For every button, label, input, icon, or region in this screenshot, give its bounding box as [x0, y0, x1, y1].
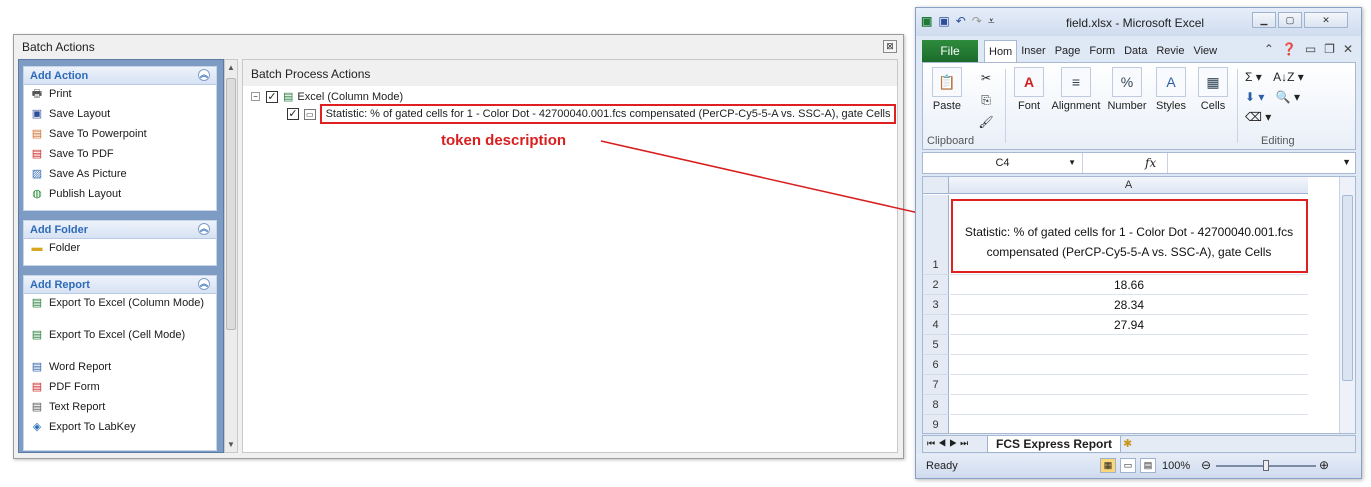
tab-view[interactable]: View [1189, 40, 1222, 62]
row-header[interactable]: 5 [923, 335, 949, 355]
name-box[interactable]: C4 ▼ [923, 153, 1083, 173]
expand-icon[interactable]: ▼ [1342, 157, 1351, 167]
excel-title: field.xlsx - Microsoft Excel [1066, 16, 1205, 30]
clear-icon[interactable]: ⌫ ▾ [1245, 110, 1271, 124]
zoom-thumb[interactable] [1263, 460, 1269, 471]
alignment-icon: ≡ [1061, 67, 1091, 97]
select-all[interactable] [923, 177, 949, 194]
redo-icon[interactable]: ↷ [972, 14, 982, 29]
maximize-button[interactable]: ▢ [1278, 12, 1302, 28]
cell-a4[interactable]: 27.94 [950, 315, 1308, 335]
cell-a5[interactable] [950, 335, 1308, 355]
save-icon[interactable]: ▣ [938, 14, 949, 29]
font-color-icon: A [1014, 67, 1044, 97]
vertical-scrollbar[interactable] [1339, 177, 1355, 433]
styles-icon: A [1156, 67, 1186, 97]
page-layout-icon[interactable]: ▭ [1120, 458, 1136, 473]
editing-tools: Σ ▾ A↓Z ▾ ⬇ ▾ 🔍 ▾ ⌫ ▾ [1245, 67, 1315, 127]
group-label: Editing [1261, 135, 1295, 147]
row-header[interactable]: 6 [923, 355, 949, 375]
tab-data[interactable]: Data [1120, 40, 1152, 62]
customize-icon[interactable]: ⩡ [988, 14, 995, 29]
zoom-in-icon[interactable]: ⊕ [1319, 458, 1329, 472]
find-icon[interactable]: 🔍 ▾ [1276, 90, 1300, 104]
clipboard-icon: 📋 [932, 67, 962, 97]
cell-a3[interactable]: 28.34 [950, 295, 1308, 315]
highlight-box [951, 199, 1308, 273]
paste-button[interactable]: 📋 Paste [927, 67, 967, 112]
close-button[interactable]: ✕ [1304, 12, 1348, 28]
row-header[interactable]: 1 [923, 195, 949, 275]
page-break-icon[interactable]: ▤ [1140, 458, 1156, 473]
restore-workbook-icon[interactable]: ❐ [1324, 42, 1335, 56]
tab-page[interactable]: Page [1051, 40, 1086, 62]
undo-icon[interactable]: ↶ [956, 14, 966, 29]
row-header[interactable]: 3 [923, 295, 949, 315]
worksheet-grid[interactable]: A 1 2 3 4 5 6 7 8 9 Statistic: % of gate… [922, 176, 1356, 434]
row-header[interactable]: 9 [923, 415, 949, 433]
tab-home[interactable]: Hom [984, 40, 1018, 62]
ribbon-home: 📋 Paste ✂ ⎘ 🖌 Clipboard A Font ≡ Alignme… [922, 62, 1356, 150]
excel-logo-icon: ▣ [921, 14, 933, 28]
group-label: Clipboard [927, 135, 975, 147]
row-header[interactable]: 2 [923, 275, 949, 295]
font-button[interactable]: A Font [1011, 67, 1047, 112]
zoom-out-icon[interactable]: ⊖ [1201, 458, 1211, 472]
row-header[interactable]: 8 [923, 395, 949, 415]
minimize-workbook-icon[interactable]: ▭ [1305, 42, 1316, 56]
row-header[interactable]: 7 [923, 375, 949, 395]
row-header[interactable]: 4 [923, 315, 949, 335]
alignment-button[interactable]: ≡ Alignment [1049, 67, 1103, 112]
scroll-thumb[interactable] [1342, 195, 1353, 381]
excel-window: ▣ ▣ ↶ ↷ ⩡ field.xlsx - Microsoft Excel ▁… [915, 7, 1362, 479]
fill-icon[interactable]: ⬇ ▾ [1245, 90, 1264, 104]
ribbon-controls: ⌃ ❓ ▭ ❐ ✕ [1264, 42, 1353, 56]
copy-icon[interactable]: ⎘ [971, 89, 1001, 111]
normal-view-icon[interactable]: ▦ [1100, 458, 1116, 473]
status-text: Ready [926, 460, 958, 472]
cell-a9[interactable] [950, 415, 1308, 433]
sheet-tab[interactable]: FCS Express Report [987, 436, 1122, 453]
cut-icon[interactable]: ✂ [971, 67, 1001, 89]
formula-input[interactable] [1167, 153, 1337, 173]
cell-a6[interactable] [950, 355, 1308, 375]
clipboard-tools: ✂ ⎘ 🖌 [971, 67, 1001, 133]
collapse-ribbon-icon[interactable]: ⌃ [1264, 42, 1274, 56]
cell-a7[interactable] [950, 375, 1308, 395]
tab-review[interactable]: Revie [1152, 40, 1189, 62]
quick-access-toolbar: ▣ ▣ ↶ ↷ ⩡ [921, 14, 995, 29]
cells-button[interactable]: ▦ Cells [1193, 67, 1233, 112]
dropdown-icon[interactable]: ▼ [1068, 153, 1076, 173]
styles-button[interactable]: A Styles [1151, 67, 1191, 112]
number-button[interactable]: % Number [1105, 67, 1149, 112]
zoom-level[interactable]: 100% [1162, 460, 1190, 472]
format-painter-icon[interactable]: 🖌 [971, 111, 1001, 133]
tab-file[interactable]: File [922, 40, 978, 62]
column-header-a[interactable]: A [949, 177, 1308, 194]
tab-formulas[interactable]: Form [1085, 40, 1120, 62]
percent-icon: % [1112, 67, 1142, 97]
minimize-button[interactable]: ▁ [1252, 12, 1276, 28]
sheet-tab-bar: ⏮◀▶⏭ FCS Express Report ✱ [922, 435, 1356, 453]
close-workbook-icon[interactable]: ✕ [1343, 42, 1353, 56]
cell-a8[interactable] [950, 395, 1308, 415]
formula-bar: C4 ▼ fx ▼ [922, 152, 1356, 174]
sort-icon[interactable]: A↓Z ▾ [1273, 70, 1304, 84]
fx-button[interactable]: fx [1145, 156, 1156, 170]
help-icon[interactable]: ❓ [1282, 42, 1297, 56]
new-sheet-icon[interactable]: ✱ [1123, 437, 1132, 450]
autosum-icon[interactable]: Σ ▾ [1245, 70, 1262, 84]
cell-a2[interactable]: 18.66 [950, 275, 1308, 295]
cells-icon: ▦ [1198, 67, 1228, 97]
tab-insert[interactable]: Inser [1017, 40, 1050, 62]
status-bar: Ready ▦ ▭ ▤ 100% ⊖ ⊕ [916, 454, 1361, 478]
sheet-nav-icons[interactable]: ⏮◀▶⏭ [927, 438, 971, 449]
excel-titlebar: ▣ ▣ ↶ ↷ ⩡ field.xlsx - Microsoft Excel ▁… [916, 8, 1361, 36]
